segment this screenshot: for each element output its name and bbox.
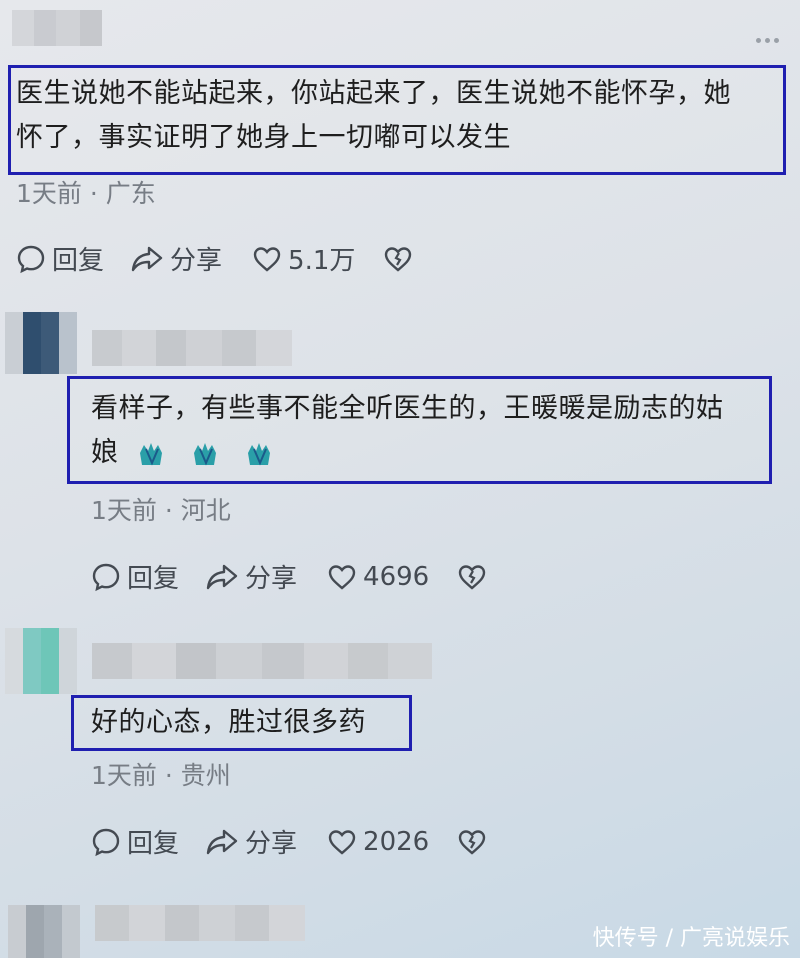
like-count: 2026 — [363, 826, 430, 857]
comment-text-line: 医生说她不能站起来，你站起来了，医生说她不能怀孕，她 — [16, 78, 731, 109]
share-icon — [206, 829, 238, 854]
like-button[interactable]: 5.1万 — [252, 240, 355, 277]
comment-icon — [92, 563, 120, 591]
comment-actions: 回复 分享 4696 — [91, 558, 487, 595]
dislike-icon — [459, 829, 486, 855]
comment-icon — [17, 245, 45, 273]
dislike-button[interactable] — [383, 245, 413, 273]
comment-actions: 回复 分享 2026 — [91, 823, 487, 860]
heart-icon — [328, 829, 356, 855]
like-button[interactable]: 4696 — [327, 562, 429, 592]
reply-button[interactable]: 回复 — [91, 558, 179, 595]
reply-button[interactable]: 回复 — [16, 240, 104, 277]
comment-meta: 1天前 · 河北 — [91, 496, 231, 525]
share-label: 分享 — [245, 829, 298, 859]
applause-hands-emoji — [139, 442, 162, 466]
comment-meta: 1天前 · 广东 — [16, 179, 156, 208]
share-icon — [131, 246, 163, 271]
comment-text: 看样子，有些事不能全听医生的，王暖暖是励志的姑 娘 — [91, 387, 771, 475]
dislike-button[interactable] — [457, 563, 487, 591]
comment-text-tail: 娘 — [91, 437, 119, 468]
blurred-avatar — [8, 905, 80, 958]
reply-label: 回复 — [52, 246, 105, 276]
share-label: 分享 — [170, 246, 223, 276]
more-options-icon[interactable] — [756, 32, 786, 48]
dislike-icon — [385, 246, 412, 272]
comment-text: 好的心态，胜过很多药 — [91, 707, 366, 738]
blurred-username — [92, 330, 292, 366]
comment-actions: 回复 分享 5.1万 — [16, 240, 413, 277]
like-count: 4696 — [363, 561, 430, 592]
comment-text-line: 看样子，有些事不能全听医生的，王暖暖是励志的姑 — [91, 393, 724, 424]
blurred-username — [95, 905, 305, 941]
dislike-icon — [459, 564, 486, 590]
comment-icon — [92, 828, 120, 856]
reply-button[interactable]: 回复 — [91, 823, 179, 860]
share-icon — [206, 564, 238, 589]
applause-hands-emoji — [193, 442, 216, 466]
dislike-button[interactable] — [457, 828, 487, 856]
share-button[interactable]: 分享 — [130, 240, 222, 277]
reply-label: 回复 — [127, 829, 180, 859]
heart-icon — [253, 246, 281, 272]
blurred-avatar — [5, 628, 77, 694]
share-label: 分享 — [245, 564, 298, 594]
heart-icon — [328, 564, 356, 590]
comment-meta: 1天前 · 贵州 — [91, 761, 231, 790]
like-count: 5.1万 — [288, 246, 356, 276]
like-button[interactable]: 2026 — [327, 827, 429, 857]
reply-label: 回复 — [127, 564, 180, 594]
share-button[interactable]: 分享 — [205, 558, 297, 595]
share-button[interactable]: 分享 — [205, 823, 297, 860]
comment-text-line: 娘 — [91, 431, 771, 475]
comment-text: 医生说她不能站起来，你站起来了，医生说她不能怀孕，她 怀了，事实证明了她身上一切… — [16, 72, 786, 160]
watermark: 快传号 / 广亮说娱乐 — [592, 926, 790, 951]
comment-text-line: 怀了，事实证明了她身上一切嘟可以发生 — [16, 122, 511, 153]
applause-hands-emoji — [247, 442, 270, 466]
blurred-avatar — [5, 312, 77, 374]
blurred-username — [12, 10, 102, 46]
blurred-username — [92, 643, 432, 679]
